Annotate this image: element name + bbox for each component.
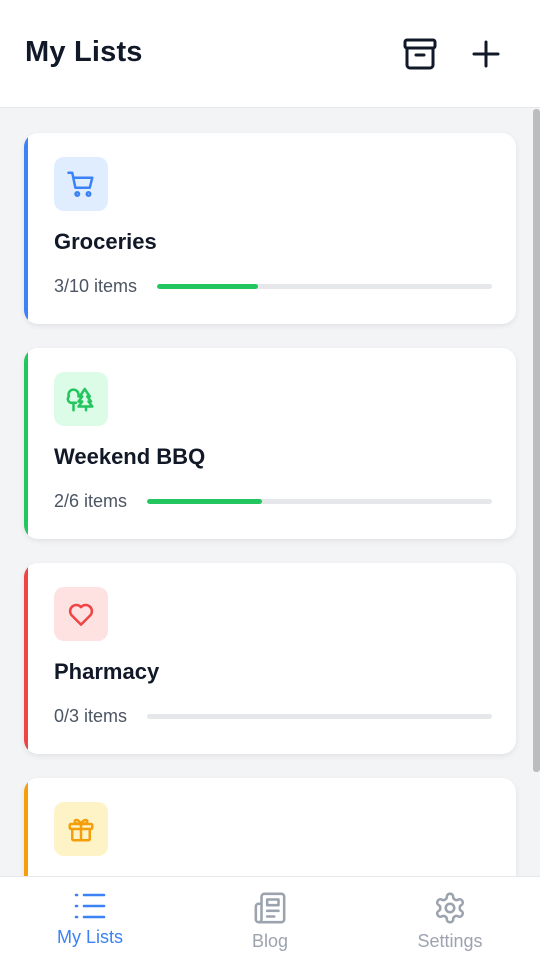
card-icon-box: [54, 372, 108, 426]
list-card-weekend-bbq[interactable]: Weekend BBQ 2/6 items: [24, 348, 516, 539]
card-accent: [24, 133, 28, 324]
gift-icon: [68, 818, 94, 842]
list-icon: [74, 893, 106, 919]
add-list-button[interactable]: [468, 36, 504, 72]
progress-bar: [147, 714, 492, 719]
shopping-cart-icon: [67, 171, 94, 198]
nav-label-my-lists: My Lists: [56, 927, 123, 947]
nav-blog[interactable]: Blog: [180, 877, 360, 960]
plus-icon: [472, 40, 500, 68]
card-accent: [24, 563, 28, 754]
lists-scroll-area[interactable]: Groceries 3/10 items Weekend BBQ 2/6 ite…: [0, 109, 540, 876]
list-card-groceries[interactable]: Groceries 3/10 items: [24, 133, 516, 324]
scrollbar[interactable]: [533, 109, 540, 772]
card-accent: [24, 348, 28, 539]
newspaper-icon: [254, 892, 286, 924]
card-accent: [24, 778, 28, 876]
nav-settings[interactable]: Settings: [360, 877, 540, 960]
list-name: Pharmacy: [54, 659, 160, 684]
page-title: My Lists: [25, 36, 143, 68]
app-header: My Lists: [0, 0, 540, 108]
card-icon-box: [54, 157, 108, 211]
list-name: Groceries: [54, 229, 157, 254]
trees-icon: [66, 387, 94, 412]
archive-button[interactable]: [402, 36, 438, 72]
progress-fill: [147, 499, 262, 504]
gear-icon: [435, 892, 465, 924]
progress-bar: [157, 284, 492, 289]
item-count: 3/10 items: [54, 276, 138, 296]
list-name: Weekend BBQ: [54, 444, 206, 469]
archive-icon: [403, 38, 437, 70]
nav-label-settings: Settings: [417, 931, 483, 951]
heart-icon: [68, 603, 94, 626]
list-card-pharmacy[interactable]: Pharmacy 0/3 items: [24, 563, 516, 754]
progress-fill: [157, 284, 258, 289]
item-count: 0/3 items: [54, 706, 128, 726]
nav-label-blog: Blog: [251, 931, 289, 951]
card-icon-box: [54, 802, 108, 856]
progress-bar: [147, 499, 492, 504]
card-icon-box: [54, 587, 108, 641]
list-card-gift[interactable]: [24, 778, 516, 876]
item-count: 2/6 items: [54, 491, 128, 511]
bottom-nav: My Lists Blog Settings: [0, 876, 540, 960]
nav-my-lists[interactable]: My Lists: [0, 877, 180, 960]
